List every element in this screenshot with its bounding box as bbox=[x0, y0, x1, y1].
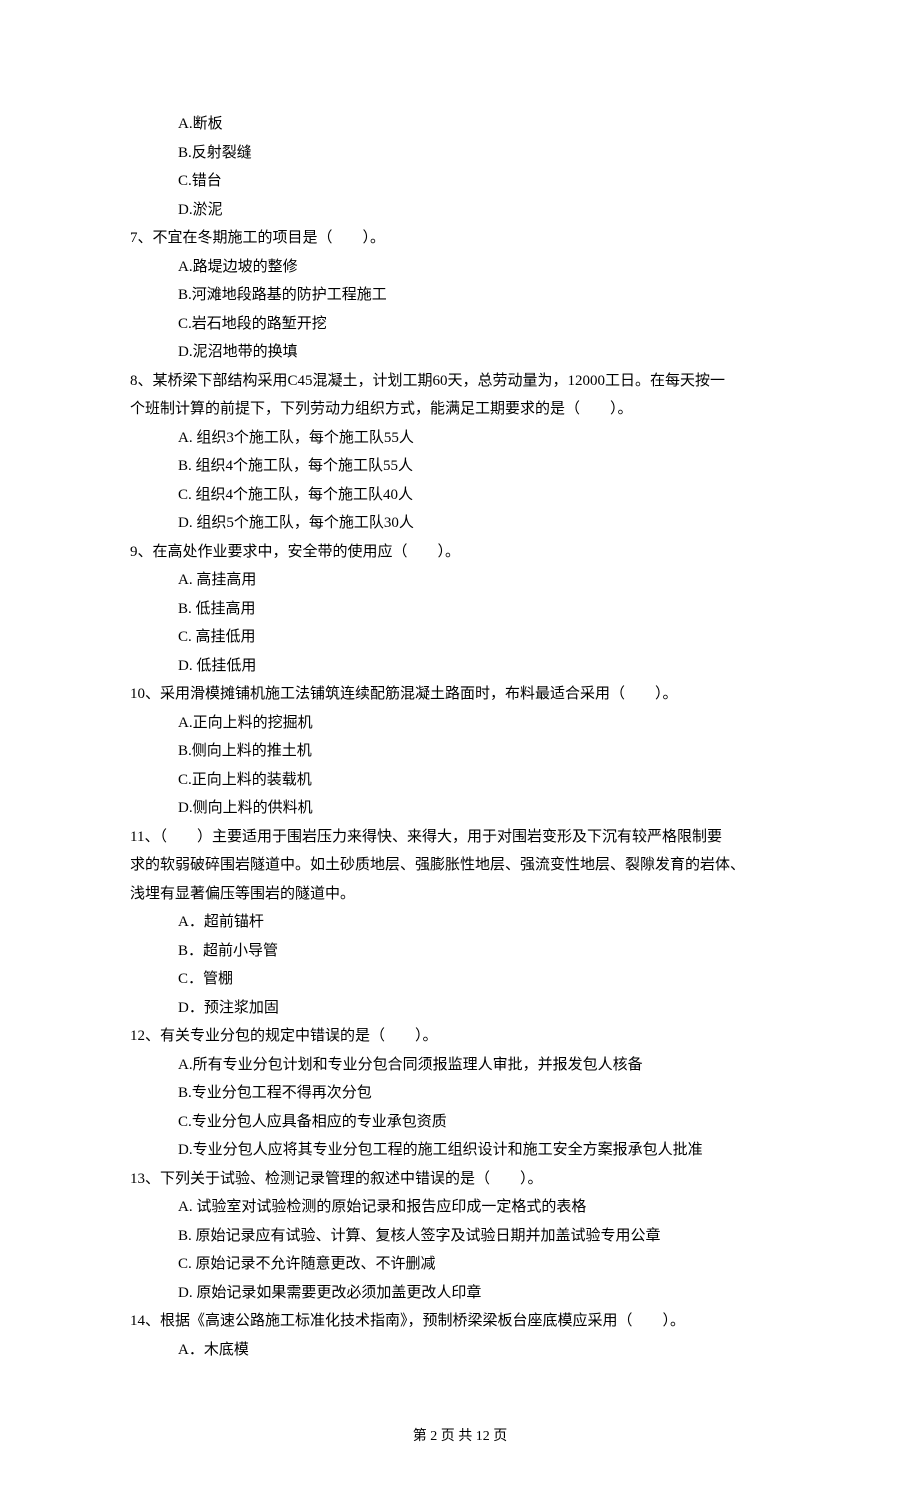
q11-text-3: 浅埋有显著偏压等围岩的隧道中。 bbox=[130, 880, 790, 909]
q8-text-1: 8、某桥梁下部结构采用C45混凝土，计划工期60天，总劳动量为，12000工日。… bbox=[130, 367, 790, 396]
q12-option-b: B.专业分包工程不得再次分包 bbox=[178, 1079, 790, 1108]
q12-option-d: D.专业分包人应将其专业分包工程的施工组织设计和施工安全方案报承包人批准 bbox=[178, 1136, 790, 1165]
question-10: 10、采用滑模摊铺机施工法铺筑连续配筋混凝土路面时，布料最适合采用（ ）。 A.… bbox=[130, 680, 790, 823]
question-13: 13、下列关于试验、检测记录管理的叙述中错误的是（ ）。 A. 试验室对试验检测… bbox=[130, 1165, 790, 1308]
q14-option-a: A．木底模 bbox=[178, 1336, 790, 1365]
q14-text: 14、根据《高速公路施工标准化技术指南》，预制桥梁梁板台座底模应采用（ ）。 bbox=[130, 1307, 790, 1336]
question-11: 11、（ ）主要适用于围岩压力来得快、来得大，用于对围岩变形及下沉有较严格限制要… bbox=[130, 823, 790, 1023]
question-12: 12、有关专业分包的规定中错误的是（ ）。 A.所有专业分包计划和专业分包合同须… bbox=[130, 1022, 790, 1165]
q10-option-c: C.正向上料的装载机 bbox=[178, 766, 790, 795]
q6-option-a: A.断板 bbox=[178, 110, 790, 139]
q13-option-d: D. 原始记录如果需要更改必须加盖更改人印章 bbox=[178, 1279, 790, 1308]
q6-option-b: B.反射裂缝 bbox=[178, 139, 790, 168]
q9-option-c: C. 高挂低用 bbox=[178, 623, 790, 652]
q11-option-d: D．预注浆加固 bbox=[178, 994, 790, 1023]
question-8: 8、某桥梁下部结构采用C45混凝土，计划工期60天，总劳动量为，12000工日。… bbox=[130, 367, 790, 538]
q11-text-1: 11、（ ）主要适用于围岩压力来得快、来得大，用于对围岩变形及下沉有较严格限制要 bbox=[130, 823, 790, 852]
q7-option-a: A.路堤边坡的整修 bbox=[178, 253, 790, 282]
q13-option-b: B. 原始记录应有试验、计算、复核人签字及试验日期并加盖试验专用公章 bbox=[178, 1222, 790, 1251]
question-14: 14、根据《高速公路施工标准化技术指南》，预制桥梁梁板台座底模应采用（ ）。 A… bbox=[130, 1307, 790, 1364]
q8-option-b: B. 组织4个施工队，每个施工队55人 bbox=[178, 452, 790, 481]
q10-option-b: B.侧向上料的推土机 bbox=[178, 737, 790, 766]
q9-option-a: A. 高挂高用 bbox=[178, 566, 790, 595]
page-footer: 第 2 页 共 12 页 bbox=[130, 1424, 790, 1451]
q7-option-b: B.河滩地段路基的防护工程施工 bbox=[178, 281, 790, 310]
q13-option-c: C. 原始记录不允许随意更改、不许删减 bbox=[178, 1250, 790, 1279]
q13-option-a: A. 试验室对试验检测的原始记录和报告应印成一定格式的表格 bbox=[178, 1193, 790, 1222]
q8-option-c: C. 组织4个施工队，每个施工队40人 bbox=[178, 481, 790, 510]
q7-text: 7、不宜在冬期施工的项目是（ ）。 bbox=[130, 224, 790, 253]
q13-text: 13、下列关于试验、检测记录管理的叙述中错误的是（ ）。 bbox=[130, 1165, 790, 1194]
q8-option-a: A. 组织3个施工队，每个施工队55人 bbox=[178, 424, 790, 453]
q10-option-a: A.正向上料的挖掘机 bbox=[178, 709, 790, 738]
q11-option-c: C．管棚 bbox=[178, 965, 790, 994]
q9-text: 9、在高处作业要求中，安全带的使用应（ ）。 bbox=[130, 538, 790, 567]
q10-text: 10、采用滑模摊铺机施工法铺筑连续配筋混凝土路面时，布料最适合采用（ ）。 bbox=[130, 680, 790, 709]
q12-option-a: A.所有专业分包计划和专业分包合同须报监理人审批，并报发包人核备 bbox=[178, 1051, 790, 1080]
q10-option-d: D.侧向上料的供料机 bbox=[178, 794, 790, 823]
q8-option-d: D. 组织5个施工队，每个施工队30人 bbox=[178, 509, 790, 538]
q12-option-c: C.专业分包人应具备相应的专业承包资质 bbox=[178, 1108, 790, 1137]
q7-option-d: D.泥沼地带的换填 bbox=[178, 338, 790, 367]
q11-option-a: A．超前锚杆 bbox=[178, 908, 790, 937]
question-7: 7、不宜在冬期施工的项目是（ ）。 A.路堤边坡的整修 B.河滩地段路基的防护工… bbox=[130, 224, 790, 367]
question-9: 9、在高处作业要求中，安全带的使用应（ ）。 A. 高挂高用 B. 低挂高用 C… bbox=[130, 538, 790, 681]
q12-text: 12、有关专业分包的规定中错误的是（ ）。 bbox=[130, 1022, 790, 1051]
q9-option-d: D. 低挂低用 bbox=[178, 652, 790, 681]
q6-option-d: D.淤泥 bbox=[178, 196, 790, 225]
q11-text-2: 求的软弱破碎围岩隧道中。如土砂质地层、强膨胀性地层、强流变性地层、裂隙发育的岩体… bbox=[130, 851, 790, 880]
q7-option-c: C.岩石地段的路堑开挖 bbox=[178, 310, 790, 339]
q11-option-b: B．超前小导管 bbox=[178, 937, 790, 966]
q6-option-c: C.错台 bbox=[178, 167, 790, 196]
q8-text-2: 个班制计算的前提下，下列劳动力组织方式，能满足工期要求的是（ ）。 bbox=[130, 395, 790, 424]
q9-option-b: B. 低挂高用 bbox=[178, 595, 790, 624]
